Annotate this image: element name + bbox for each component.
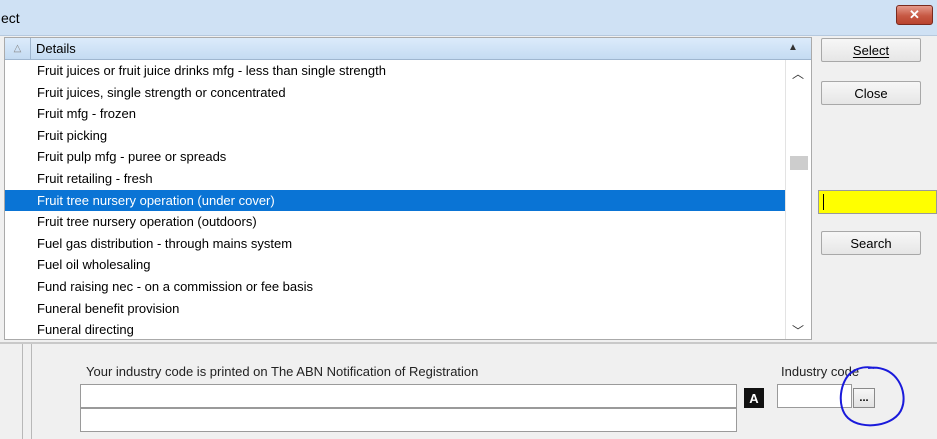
column-sort-icon[interactable]: ▲ [788,42,798,53]
description-field-1[interactable] [80,384,737,408]
column-header-details[interactable]: Details [36,41,76,56]
divider [31,344,32,439]
details-list[interactable]: △ Details ▲ Fruit juices or fruit juice … [4,37,812,340]
industry-code-input[interactable] [777,384,852,408]
search-button-label: Search [850,235,892,251]
list-rows: Fruit juices or fruit juice drinks mfg -… [5,60,785,341]
list-item[interactable]: Fruit mfg - frozen [5,103,785,125]
list-item[interactable]: Fruit juices or fruit juice drinks mfg -… [5,60,785,82]
list-item[interactable]: Fruit retailing - fresh [5,168,785,190]
select-button[interactable]: Select [821,38,921,62]
industry-code-info: Your industry code is printed on The ABN… [86,364,479,379]
list-item[interactable]: Fruit juices, single strength or concent… [5,82,785,104]
close-icon: ✕ [909,7,920,22]
window-close-button[interactable]: ✕ [896,5,933,25]
close-button[interactable]: Close [821,81,921,105]
ellipsis-icon: ... [859,392,869,404]
window-title: ect [1,10,20,26]
list-item[interactable]: Funeral benefit provision [5,298,785,320]
a-badge: A [744,388,764,408]
industry-code-label: Industry code [781,364,860,379]
list-header[interactable]: △ Details ▲ [5,38,811,60]
search-button[interactable]: Search [821,231,921,255]
close-button-label: Close [854,85,888,101]
vertical-scrollbar[interactable]: ︿ ﹀ [785,60,811,339]
industry-code-lookup-button[interactable]: ... [853,388,875,408]
list-item[interactable]: Fruit tree nursery operation (outdoors) [5,211,785,233]
sort-up-icon: △ [5,38,31,59]
description-field-2[interactable] [80,408,737,432]
list-item[interactable]: Fruit picking [5,125,785,147]
scroll-down-icon[interactable]: ﹀ [792,322,804,339]
text-caret [823,194,824,210]
industry-code-panel: Your industry code is printed on The ABN… [0,342,937,439]
list-item[interactable]: Funeral directing [5,319,785,341]
select-button-label: Select [852,42,890,58]
scrollbar-thumb[interactable] [790,156,808,170]
list-item[interactable]: Fruit tree nursery operation (under cove… [5,189,785,212]
divider [22,344,23,439]
search-input[interactable] [818,190,937,214]
list-item[interactable]: Fuel gas distribution - through mains sy… [5,233,785,255]
scroll-up-icon[interactable]: ︿ [792,65,804,82]
title-bar: ect ✕ [0,0,937,36]
list-item[interactable]: Fuel oil wholesaling [5,254,785,276]
list-item[interactable]: Fund raising nec - on a commission or fe… [5,276,785,298]
list-item[interactable]: Fruit pulp mfg - puree or spreads [5,146,785,168]
